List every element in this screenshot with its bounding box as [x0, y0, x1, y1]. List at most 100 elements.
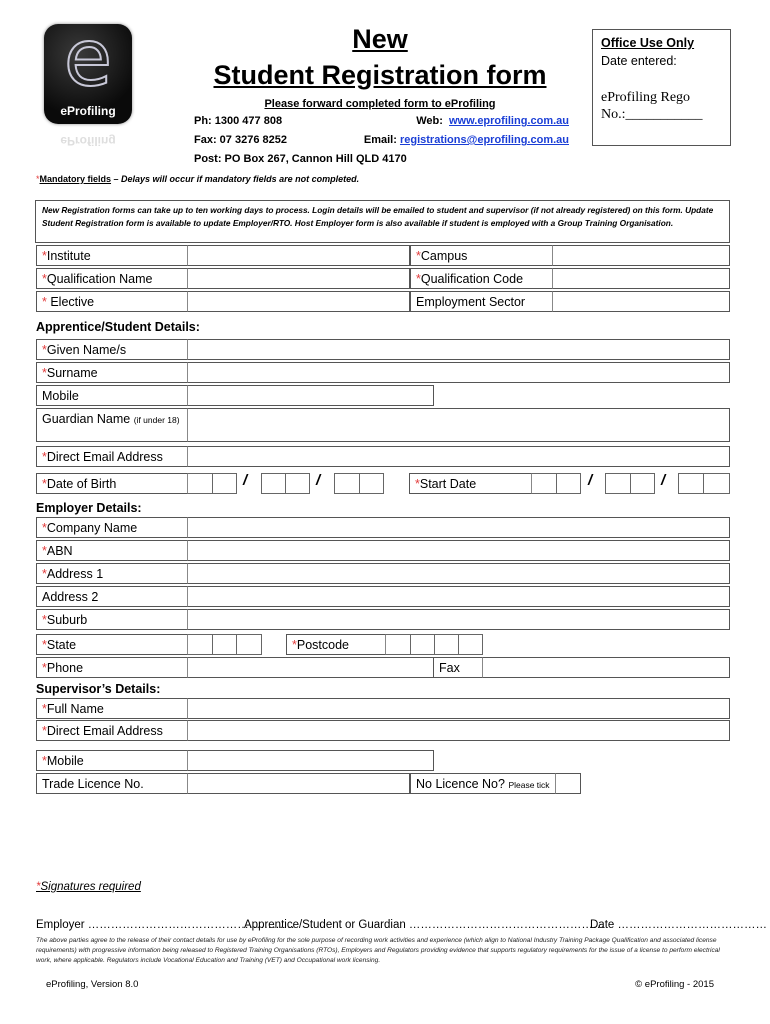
field-label-text: (if under 18)	[133, 415, 180, 425]
address1-input[interactable]	[188, 563, 730, 584]
field-label-text: Start Date	[419, 477, 477, 491]
field-label-text: Fax	[439, 661, 460, 675]
no-licence-checkbox[interactable]	[556, 773, 581, 794]
fax-input[interactable]	[483, 657, 730, 678]
rego-label-1: eProfiling Rego	[601, 90, 691, 105]
abn-input[interactable]	[188, 540, 730, 561]
phone-text: Ph: 1300 477 808	[194, 115, 283, 127]
postcode-digit-4[interactable]	[458, 634, 483, 655]
supervisor-full-name-input[interactable]	[188, 698, 730, 719]
postcode-digit-2[interactable]	[410, 634, 435, 655]
email-link[interactable]: registrations@eprofiling.com.au	[400, 134, 569, 146]
start-year-digit-2[interactable]	[703, 473, 730, 494]
state-char-2[interactable]	[212, 634, 237, 655]
footer-copyright: © eProfiling - 2015	[635, 979, 714, 990]
field-label-text: Institute	[46, 249, 91, 263]
student-signature-line[interactable]: Apprentice/Student or Guardian …………………………	[244, 919, 604, 931]
phone-input[interactable]	[188, 657, 434, 678]
mandatory-note: *Mandatory fields – Delays will occur if…	[36, 174, 359, 184]
guardian-name-input[interactable]	[188, 408, 730, 442]
company-name-input[interactable]	[188, 517, 730, 538]
elective-input[interactable]	[188, 291, 410, 312]
field-label-text: Company Name	[46, 521, 138, 535]
surname-input[interactable]	[188, 362, 730, 383]
dob-day-digit-1[interactable]	[188, 473, 213, 494]
supervisor-full-name-label: *Full Name	[36, 698, 188, 719]
email-row: Email: registrations@eprofiling.com.au	[364, 134, 569, 146]
field-label-text: Elective	[46, 295, 95, 309]
employment-sector-label: Employment Sector	[410, 291, 553, 312]
field-label-text: Full Name	[46, 702, 104, 716]
employment-sector-input[interactable]	[553, 291, 730, 312]
elective-label: * Elective	[36, 291, 188, 312]
field-label-text: Given Name/s	[46, 343, 127, 357]
postcode-label: *Postcode	[286, 634, 386, 655]
field-label-text: Address 2	[42, 590, 99, 604]
qualification-code-input[interactable]	[553, 268, 730, 289]
field-label-text: Address 1	[46, 567, 104, 581]
state-char-3[interactable]	[236, 634, 262, 655]
given-names-input[interactable]	[188, 339, 730, 360]
logo-reflection: eProfiling	[60, 134, 116, 148]
suburb-label: *Suburb	[36, 609, 188, 630]
supervisor-section-title: Supervisor’s Details:	[36, 682, 161, 696]
field-label-text: State	[46, 638, 77, 652]
field-label-text: Qualification Code	[420, 272, 524, 286]
dob-label: *Date of Birth	[36, 473, 188, 494]
start-day-digit-1[interactable]	[532, 473, 557, 494]
field-label-text: ABN	[46, 544, 73, 558]
postcode-digit-3[interactable]	[434, 634, 459, 655]
dob-year-digit-2[interactable]	[359, 473, 384, 494]
qualification-name-input[interactable]	[188, 268, 410, 289]
dob-month-digit-2[interactable]	[285, 473, 310, 494]
dob-year-digit-1[interactable]	[334, 473, 360, 494]
start-month-digit-1[interactable]	[605, 473, 631, 494]
fax-text: Fax: 07 3276 8252	[194, 134, 287, 146]
institute-input[interactable]	[188, 245, 410, 266]
trade-licence-input[interactable]	[188, 773, 410, 794]
mobile-input[interactable]	[188, 385, 434, 406]
field-label-text: Phone	[46, 661, 84, 675]
field-label-text: Mobile	[42, 389, 79, 403]
field-label-text: Surname	[46, 366, 98, 380]
start-separator: /	[661, 472, 666, 489]
field-label-text: Trade Licence No.	[42, 777, 144, 791]
dob-month-digit-1[interactable]	[261, 473, 286, 494]
supervisor-mobile-input[interactable]	[188, 750, 434, 771]
field-label-text: Qualification Name	[46, 272, 153, 286]
title-line2: Student Registration form	[213, 60, 547, 90]
date-entered-label: Date entered:	[601, 54, 677, 68]
fax-label: Fax	[433, 657, 483, 678]
dob-day-digit-2[interactable]	[212, 473, 237, 494]
logo-text: eProfiling	[60, 104, 116, 118]
signatures-required: *Signatures required	[36, 881, 141, 893]
postcode-digit-1[interactable]	[386, 634, 411, 655]
field-label-text: Postcode	[296, 638, 349, 652]
state-label: *State	[36, 634, 188, 655]
web-link[interactable]: www.eprofiling.com.au	[449, 115, 569, 127]
field-label-text: Employment Sector	[416, 295, 526, 309]
state-char-1[interactable]	[188, 634, 213, 655]
supervisor-mobile-label: *Mobile	[36, 750, 188, 771]
start-month-digit-2[interactable]	[630, 473, 655, 494]
address2-input[interactable]	[188, 586, 730, 607]
no-licence-label: No Licence No? Please tick	[410, 773, 556, 794]
post-text: Post: PO Box 267, Cannon Hill QLD 4170	[194, 153, 407, 165]
student-email-input[interactable]	[188, 446, 730, 467]
campus-input[interactable]	[553, 245, 730, 266]
office-use-box: Office Use Only Date entered: eProfiling…	[592, 29, 731, 146]
mobile-label: Mobile	[36, 385, 188, 406]
start-year-digit-1[interactable]	[678, 473, 704, 494]
company-name-label: *Company Name	[36, 517, 188, 538]
rego-label-2[interactable]: No.:___________	[601, 107, 703, 123]
field-label-text: No Licence No?	[416, 777, 505, 791]
supervisor-email-input[interactable]	[188, 720, 730, 741]
start-date-label: *Start Date	[409, 473, 532, 494]
dob-separator: /	[243, 472, 248, 489]
suburb-input[interactable]	[188, 609, 730, 630]
dob-separator: /	[316, 472, 321, 489]
signature-date-line[interactable]: Date …………………………………	[590, 919, 767, 931]
start-day-digit-2[interactable]	[556, 473, 581, 494]
field-label-text: Date of Birth	[46, 477, 117, 491]
supervisor-email-label: *Direct Email Address	[36, 720, 188, 741]
